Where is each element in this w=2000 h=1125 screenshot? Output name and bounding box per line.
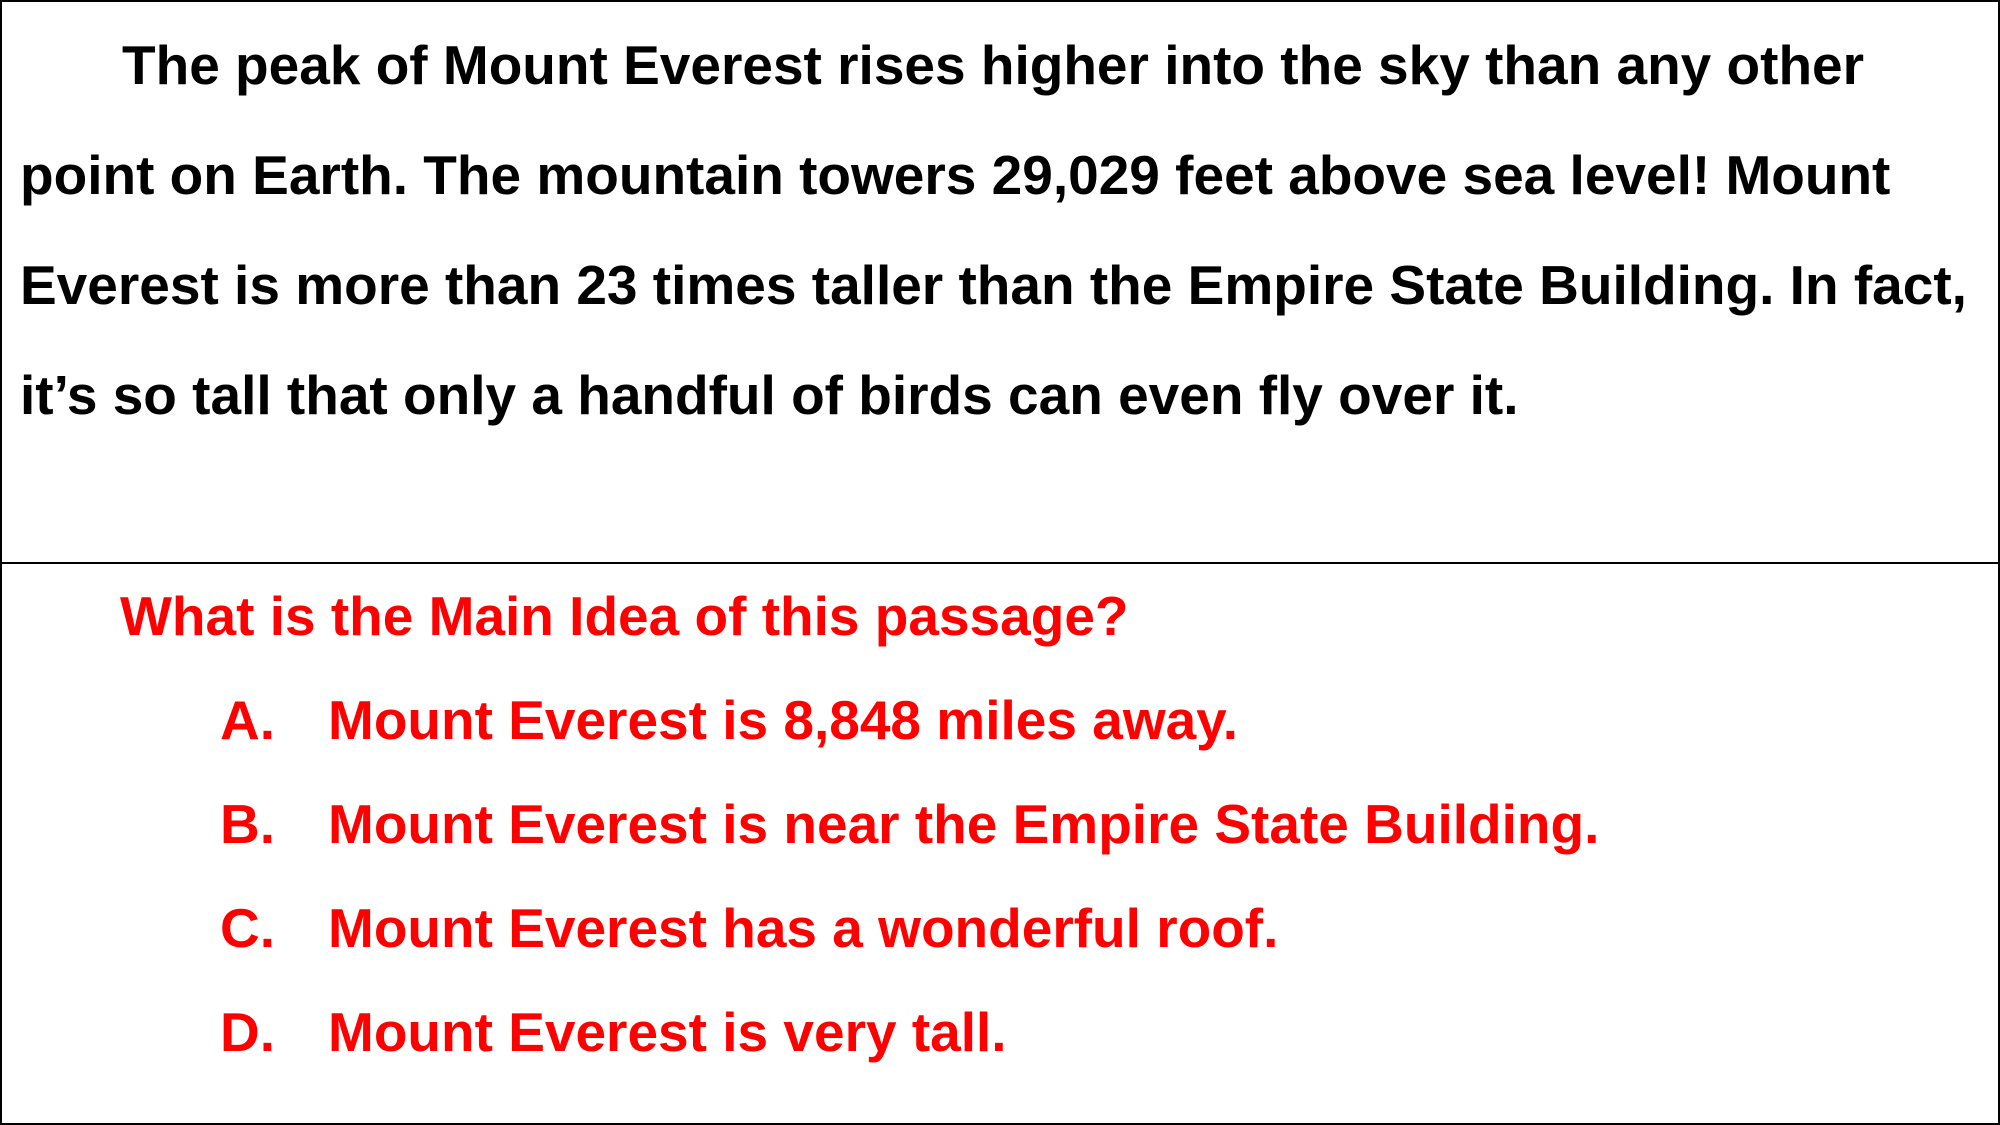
choice-letter: A. bbox=[220, 689, 275, 751]
choice-a[interactable]: A. Mount Everest is 8,848 miles away. bbox=[220, 688, 1599, 792]
choice-text: Mount Everest is very tall. bbox=[328, 1001, 1007, 1063]
slide: The peak of Mount Everest rises higher i… bbox=[0, 0, 2000, 1125]
choice-letter: B. bbox=[220, 793, 275, 855]
passage-text: The peak of Mount Everest rises higher i… bbox=[20, 34, 1967, 426]
choice-text: Mount Everest has a wonderful roof. bbox=[328, 897, 1279, 959]
question-prompt: What is the Main Idea of this passage? bbox=[120, 585, 1129, 647]
choice-letter: D. bbox=[220, 1001, 275, 1063]
choice-text: Mount Everest is near the Empire State B… bbox=[328, 793, 1600, 855]
choice-b[interactable]: B. Mount Everest is near the Empire Stat… bbox=[220, 792, 1599, 896]
passage-box: The peak of Mount Everest rises higher i… bbox=[2, 2, 1998, 564]
choice-letter: C. bbox=[220, 897, 275, 959]
choice-text: Mount Everest is 8,848 miles away. bbox=[328, 689, 1238, 751]
choice-d[interactable]: D. Mount Everest is very tall. bbox=[220, 1000, 1599, 1104]
question-box: What is the Main Idea of this passage? A… bbox=[2, 564, 1998, 1123]
choice-c[interactable]: C. Mount Everest has a wonderful roof. bbox=[220, 896, 1599, 1000]
answer-choices: A. Mount Everest is 8,848 miles away. B.… bbox=[220, 688, 1599, 1104]
